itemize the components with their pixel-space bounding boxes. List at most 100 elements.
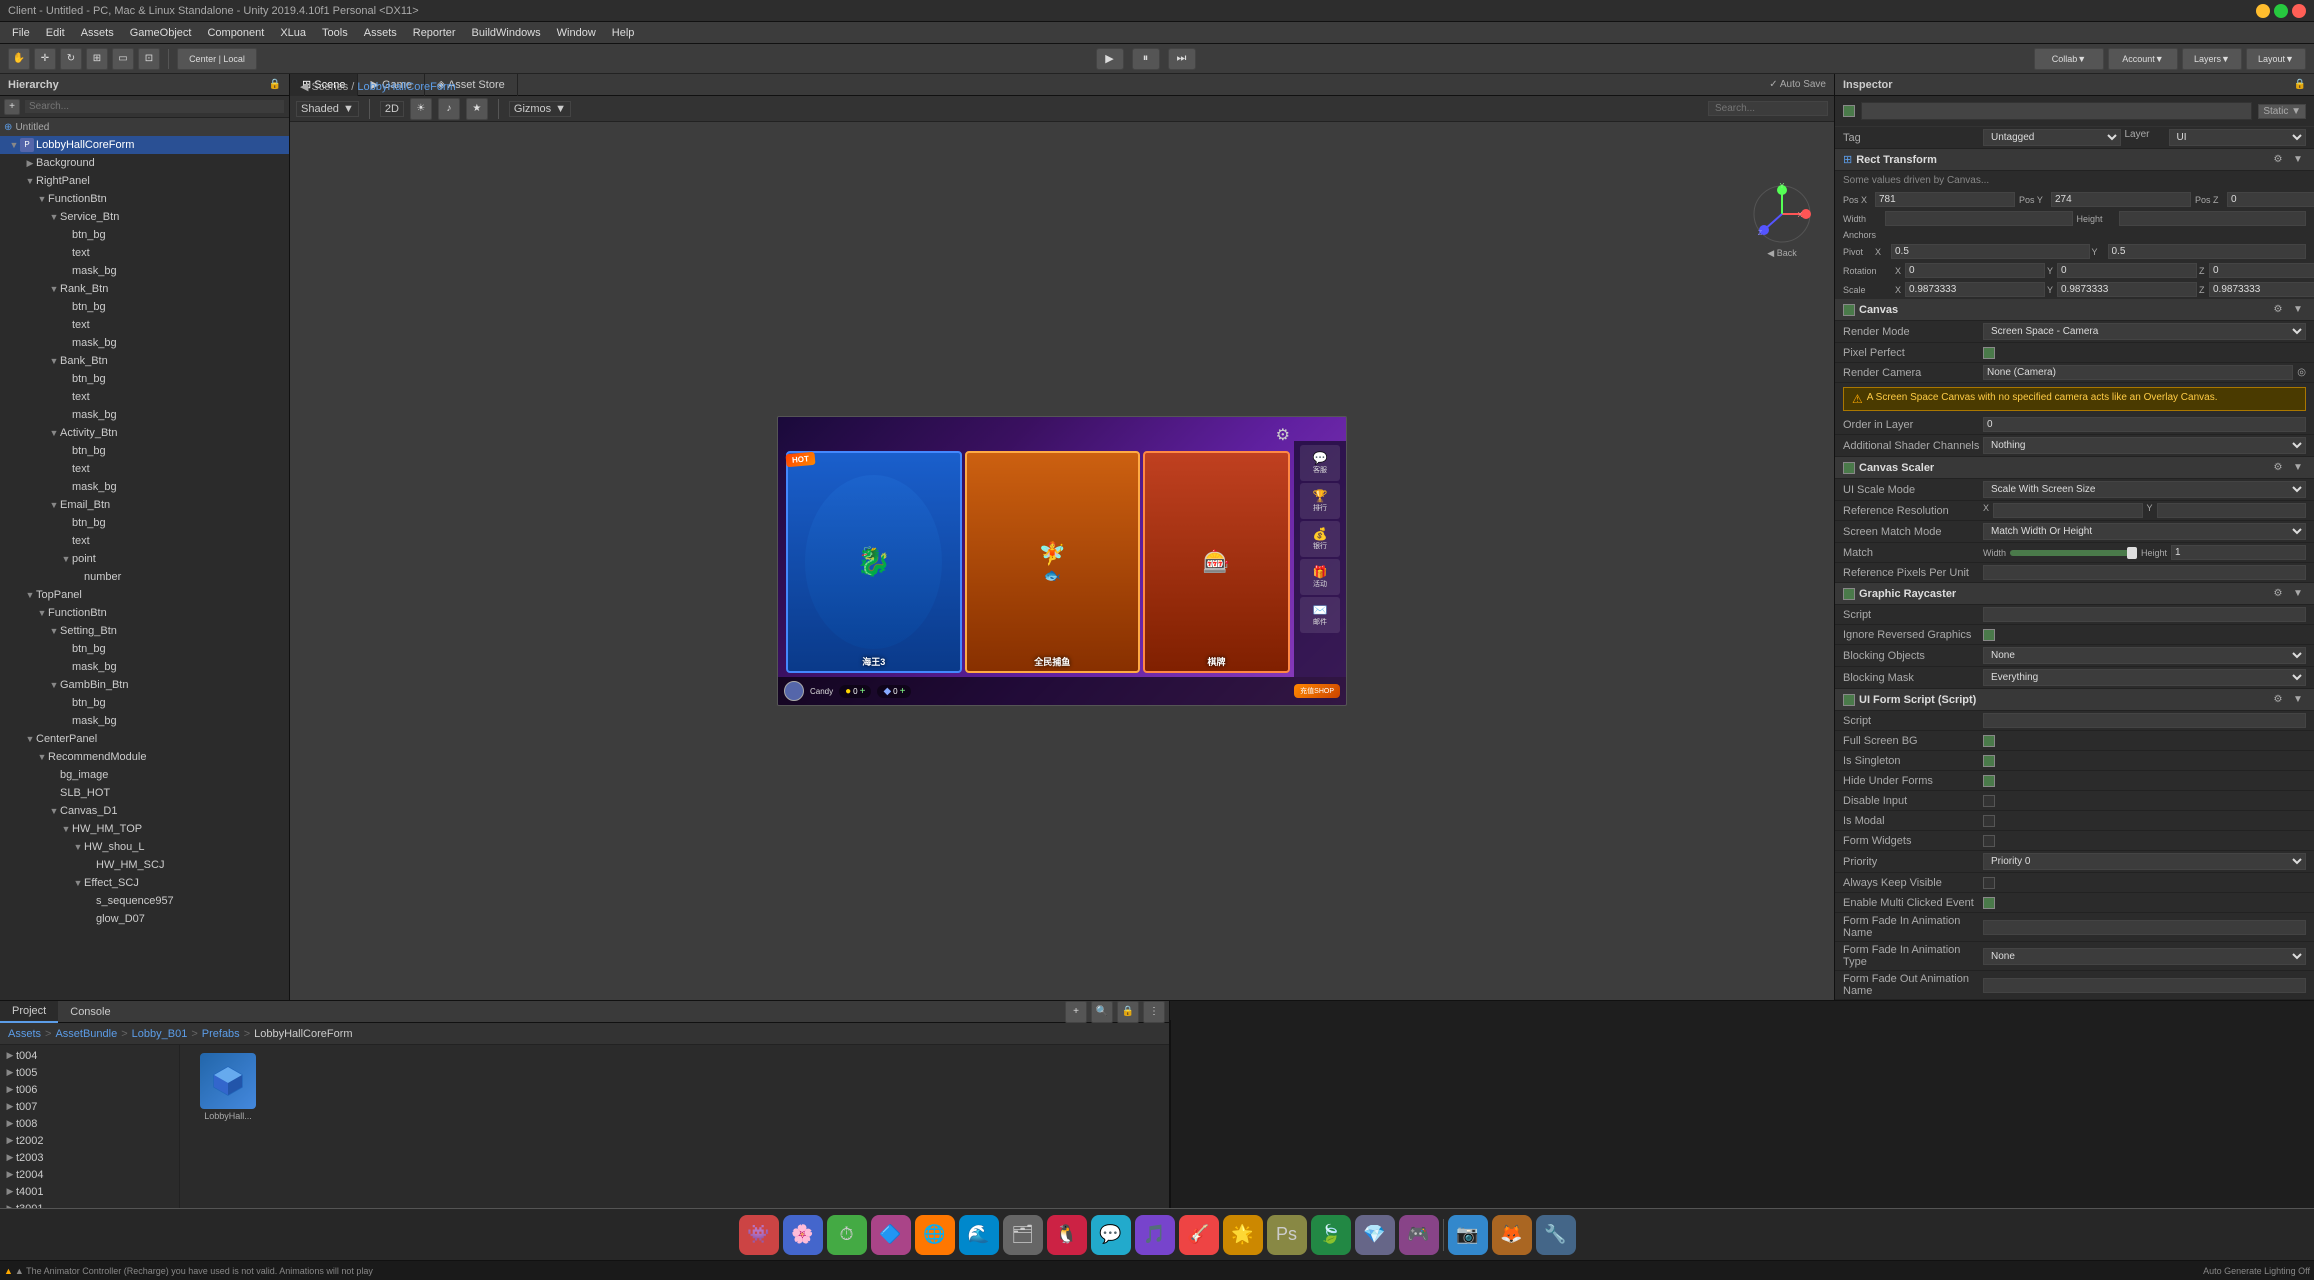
fade-out-name-field[interactable] — [1983, 978, 2306, 993]
rot-z[interactable] — [2209, 263, 2314, 278]
tree-btn-bg-4[interactable]: btn_bg — [0, 442, 289, 460]
game-card-hw3[interactable]: 🐉 海王3 — [786, 451, 962, 673]
menu-gameobject[interactable]: GameObject — [122, 25, 200, 41]
fade-in-name-field[interactable] — [1983, 920, 2306, 935]
tree-t008[interactable]: ▶t008 — [0, 1115, 179, 1132]
fade-in-type-select[interactable]: None — [1983, 948, 2306, 965]
ref-res-x[interactable]: 1624 — [1993, 503, 2142, 518]
raycaster-settings[interactable]: ⚙ — [2270, 586, 2286, 602]
rot-y[interactable] — [2057, 263, 2197, 278]
blocking-mask-select[interactable]: Everything — [1983, 669, 2306, 686]
game-card-qp[interactable]: 🎰 棋牌 — [1143, 451, 1290, 673]
uiform-more[interactable]: ▼ — [2290, 692, 2306, 708]
layers-button[interactable]: Layers▼ — [2182, 48, 2242, 70]
tree-text-3[interactable]: text — [0, 388, 289, 406]
scene-viewport[interactable]: ⚙ HOT 🐉 海王3 — [290, 122, 1834, 1000]
shop-button[interactable]: 充值SHOP — [1294, 684, 1340, 698]
tree-rightpanel[interactable]: ▼RightPanel — [0, 172, 289, 190]
tree-t4001[interactable]: ▶t4001 — [0, 1183, 179, 1200]
menu-component[interactable]: Component — [199, 25, 272, 41]
scale-y[interactable] — [2057, 282, 2197, 297]
collab-button[interactable]: Collab▼ — [2034, 48, 2104, 70]
tree-root[interactable]: ▼ P LobbyHallCoreForm — [0, 136, 289, 154]
rank-icon[interactable]: 🏆 排行 — [1300, 483, 1340, 519]
tree-s-sequence957[interactable]: s_sequence957 — [0, 892, 289, 910]
back-button[interactable]: ◀ Back — [1750, 248, 1814, 259]
static-dropdown[interactable]: Static ▼ — [2258, 104, 2306, 119]
account-button[interactable]: Account▼ — [2108, 48, 2178, 70]
scaler-more[interactable]: ▼ — [2290, 460, 2306, 476]
menu-help[interactable]: Help — [604, 25, 643, 41]
tree-slb-hot[interactable]: SLB_HOT — [0, 784, 289, 802]
scene-audio-toggle[interactable]: ♪ — [438, 98, 460, 120]
canvas-scaler-header[interactable]: Canvas Scaler ⚙ ▼ — [1835, 457, 2314, 479]
uiform-enabled[interactable] — [1843, 694, 1855, 706]
inspector-lock[interactable]: 🔒 — [2294, 79, 2306, 90]
tree-service-btn[interactable]: ▼Service_Btn — [0, 208, 289, 226]
tree-email-btn[interactable]: ▼Email_Btn — [0, 496, 289, 514]
layer-select[interactable]: UI — [2169, 129, 2307, 146]
tool-move[interactable]: ✛ — [34, 48, 56, 70]
menu-assets2[interactable]: Assets — [356, 25, 405, 41]
scene-light-toggle[interactable]: ☀ — [410, 98, 432, 120]
priority-select[interactable]: Priority 0 — [1983, 853, 2306, 870]
tree-background[interactable]: ▶Background — [0, 154, 289, 172]
app-icon-5[interactable]: 🐧 — [1047, 1215, 1087, 1255]
tag-select[interactable]: Untagged — [1983, 129, 2121, 146]
is-modal-check[interactable] — [1983, 815, 1995, 827]
fullscreen-bg-check[interactable] — [1983, 735, 1995, 747]
step-button[interactable]: ⏭ — [1168, 48, 1196, 70]
app-icon-chrome[interactable]: 🌐 — [915, 1215, 955, 1255]
order-in-layer-field[interactable] — [1983, 417, 2306, 432]
rect-more-btn[interactable]: ▼ — [2290, 152, 2306, 168]
pixel-perfect-check[interactable] — [1983, 347, 1995, 359]
match-slider[interactable] — [2010, 550, 2137, 556]
tree-t007[interactable]: ▶t007 — [0, 1098, 179, 1115]
app-icon-finder[interactable]: 🗂 — [1003, 1215, 1043, 1255]
rect-transform-header[interactable]: ⊞ Rect Transform ⚙ ▼ — [1835, 149, 2314, 171]
tree-mask-bg-4[interactable]: mask_bg — [0, 478, 289, 496]
tree-t004[interactable]: ▶t004 — [0, 1047, 179, 1064]
rot-x[interactable] — [1905, 263, 2045, 278]
hierarchy-add-button[interactable]: + — [4, 99, 20, 115]
menu-reporter[interactable]: Reporter — [405, 25, 464, 41]
tree-functionbtn-2[interactable]: ▼FunctionBtn — [0, 604, 289, 622]
project-search-btn[interactable]: 🔍 — [1091, 1001, 1113, 1023]
canvas-scaler-enabled[interactable] — [1843, 462, 1855, 474]
tree-t2003[interactable]: ▶t2003 — [0, 1149, 179, 1166]
tree-glow-d07[interactable]: glow_D07 — [0, 910, 289, 928]
bank-icon[interactable]: 💰 银行 — [1300, 521, 1340, 557]
tree-point[interactable]: ▼point — [0, 550, 289, 568]
hierarchy-search[interactable] — [24, 99, 285, 114]
width-field[interactable]: 1623.076 — [1885, 211, 2073, 226]
tree-mask-bg-6[interactable]: mask_bg — [0, 658, 289, 676]
uiform-settings[interactable]: ⚙ — [2270, 692, 2286, 708]
project-more-btn[interactable]: ⋮ — [1143, 1001, 1165, 1023]
settings-gear-icon[interactable]: ⚙ — [1276, 425, 1290, 445]
app-icon-4[interactable]: 🔷 — [871, 1215, 911, 1255]
menu-window[interactable]: Window — [549, 25, 604, 41]
tree-hw-hm-top[interactable]: ▼HW_HM_TOP — [0, 820, 289, 838]
tool-hand[interactable]: ✋ — [8, 48, 30, 70]
always-keep-check[interactable] — [1983, 877, 1995, 889]
raycaster-more[interactable]: ▼ — [2290, 586, 2306, 602]
scale-x[interactable] — [1905, 282, 2045, 297]
match-value-field[interactable] — [2171, 545, 2306, 560]
email-icon[interactable]: ✉️ 邮件 — [1300, 597, 1340, 633]
canvas-settings[interactable]: ⚙ — [2270, 302, 2286, 318]
pivot-x-field[interactable] — [1891, 244, 2090, 259]
hide-under-check[interactable] — [1983, 775, 1995, 787]
object-enabled-checkbox[interactable] — [1843, 105, 1855, 117]
multi-click-check[interactable] — [1983, 897, 1995, 909]
tree-btn-bg-2[interactable]: btn_bg — [0, 298, 289, 316]
canvas-enabled[interactable] — [1843, 304, 1855, 316]
rect-settings-btn[interactable]: ⚙ — [2270, 152, 2286, 168]
center-local-toggle[interactable]: Center | Local — [177, 48, 257, 70]
tree-canvas-d1[interactable]: ▼Canvas_D1 — [0, 802, 289, 820]
shaded-dropdown[interactable]: Shaded▼ — [296, 101, 359, 117]
render-mode-select[interactable]: Screen Space - Camera — [1983, 323, 2306, 340]
tree-centerpanel[interactable]: ▼CenterPanel — [0, 730, 289, 748]
pause-button[interactable]: ⏸ — [1132, 48, 1160, 70]
raycaster-enabled[interactable] — [1843, 588, 1855, 600]
breadcrumb-assets[interactable]: Assets — [8, 1028, 41, 1040]
